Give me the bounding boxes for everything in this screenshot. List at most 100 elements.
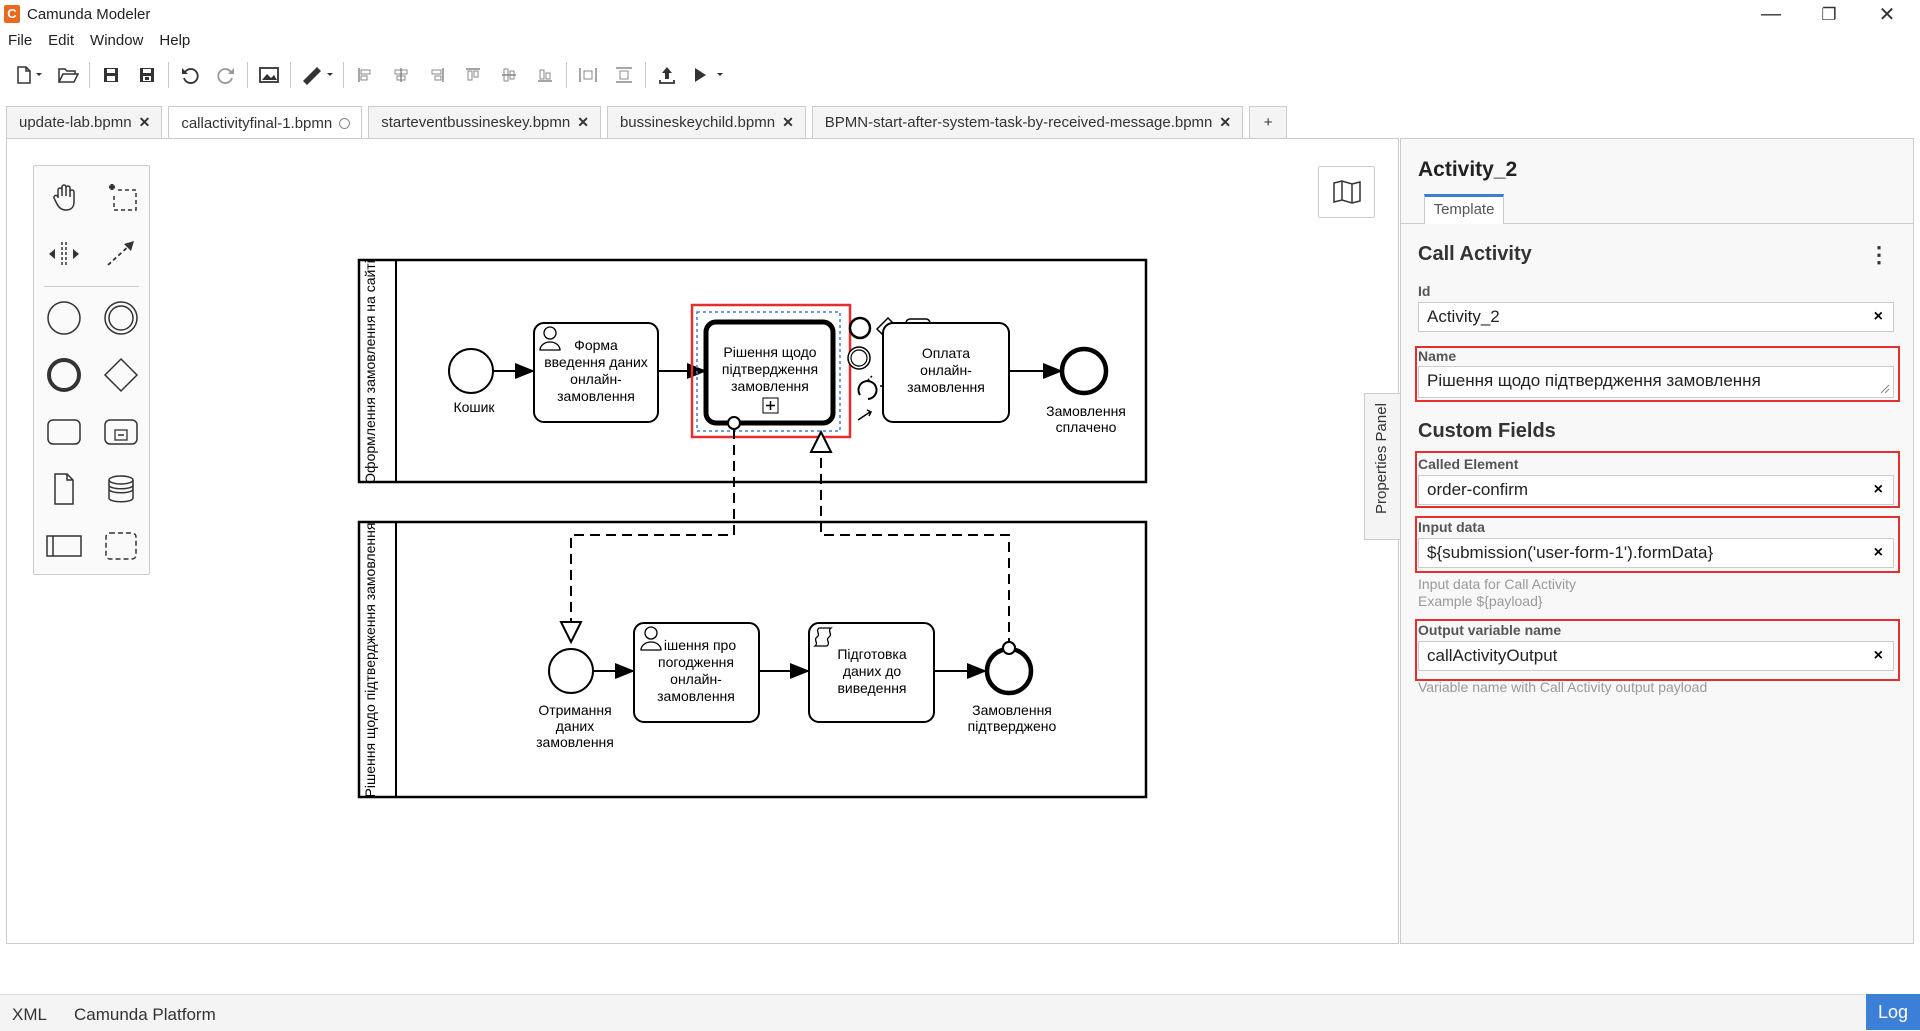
id-label: Id: [1418, 283, 1431, 299]
connect-icon: [107, 241, 134, 266]
lasso-tool-button[interactable]: [97, 173, 145, 221]
platform-selector[interactable]: Camunda Platform: [74, 1005, 216, 1025]
input-data-example: Example ${payload}: [1418, 593, 1543, 609]
name-label: Name: [1418, 348, 1457, 364]
bpmn-diagram: Оформлення замовлення на сайті Рішення щ…: [357, 258, 1148, 799]
start-event-cart[interactable]: [448, 348, 494, 394]
hand-tool-button[interactable]: [40, 173, 88, 221]
task-label-line: виведення: [837, 680, 906, 696]
output-var-field[interactable]: callActivityOutput ×: [1418, 641, 1894, 671]
event-label-line: Отримання: [538, 702, 611, 718]
pool-tool[interactable]: [40, 522, 88, 570]
map-icon: [1332, 180, 1361, 204]
more-options-icon[interactable]: ⋮: [1868, 242, 1890, 268]
subprocess-tool[interactable]: [97, 408, 145, 456]
task-label-line: Оплата: [922, 345, 970, 361]
lasso-icon: [109, 184, 137, 211]
task-label-line: онлайн-: [670, 671, 722, 687]
custom-fields-title: Custom Fields: [1418, 420, 1556, 442]
start-event-receive-data[interactable]: [548, 648, 594, 694]
task-label-line: ішення про: [664, 637, 736, 653]
gateway-icon: [103, 357, 139, 393]
data-store-tool[interactable]: [97, 465, 145, 513]
task-label-line: замовлення: [907, 379, 985, 395]
append-end-event-icon[interactable]: [848, 316, 872, 340]
clear-called-element-icon[interactable]: ×: [1874, 476, 1883, 504]
task-label-line: замовлення: [557, 388, 635, 404]
task-label-line: Рішення щодо: [723, 344, 816, 360]
connect-icon[interactable]: [867, 375, 873, 381]
task-label-line: даних до: [843, 663, 902, 679]
hand-icon: [53, 184, 75, 211]
xml-view-button[interactable]: XML: [12, 1005, 47, 1025]
output-var-value: callActivityOutput: [1427, 646, 1558, 665]
change-type-icon[interactable]: [857, 380, 878, 400]
minimize-button[interactable]: —: [1742, 0, 1800, 29]
called-element-label: Called Element: [1418, 456, 1519, 472]
input-data-hint: Input data for Call Activity: [1418, 576, 1576, 592]
tool-palette: [33, 165, 150, 575]
task-icon: [47, 419, 81, 445]
id-field[interactable]: Activity_2 ×: [1418, 302, 1894, 332]
data-object-tool[interactable]: [40, 465, 88, 513]
event-label-line: сплачено: [1056, 419, 1117, 435]
end-event-icon: [47, 358, 81, 392]
space-tool-button[interactable]: [40, 230, 88, 278]
data-object-icon: [54, 473, 74, 505]
clear-input-data-icon[interactable]: ×: [1874, 539, 1883, 567]
group-tool[interactable]: [97, 522, 145, 570]
pool-icon: [46, 535, 82, 557]
task-label-line: онлайн-: [920, 362, 972, 378]
start-event-cart-label: Кошик: [453, 399, 495, 415]
called-element-value: order-confirm: [1427, 480, 1529, 499]
input-data-value: ${submission('user-form-1').formData}: [1427, 543, 1714, 562]
pool2-label: Рішення щодо підтвердження замовлення: [362, 523, 378, 798]
end-event-paid[interactable]: [1059, 346, 1109, 396]
task-tool[interactable]: [40, 408, 88, 456]
event-label-line: Замовлення: [1046, 403, 1126, 419]
data-store-icon: [108, 475, 134, 503]
task-label-line: онлайн-: [570, 371, 622, 387]
event-label-line: замовлення: [536, 734, 614, 750]
id-value: Activity_2: [1427, 307, 1500, 326]
gateway-tool[interactable]: [97, 351, 145, 399]
resize-handle-icon[interactable]: [1880, 384, 1890, 394]
group-icon: [105, 532, 137, 560]
output-var-hint: Variable name with Call Activity output …: [1418, 679, 1708, 695]
minimap-toggle-button[interactable]: [1318, 166, 1375, 218]
properties-panel-label: Properties Panel: [1373, 403, 1390, 514]
intermediate-event-tool[interactable]: [97, 294, 145, 342]
event-label-line: підтверджено: [968, 718, 1057, 734]
tab-template[interactable]: Template: [1424, 194, 1504, 224]
clear-id-icon[interactable]: ×: [1874, 303, 1883, 331]
task-label-line: замовлення: [731, 378, 809, 394]
input-data-label: Input data: [1418, 519, 1485, 535]
connect-arrow-icon[interactable]: [857, 409, 873, 421]
pool1-label: Оформлення замовлення на сайті: [362, 260, 378, 484]
log-button[interactable]: Log: [1866, 994, 1920, 1030]
space-tool-icon: [49, 242, 79, 266]
start-event-tool[interactable]: [40, 294, 88, 342]
end-event-confirmed[interactable]: [984, 646, 1034, 696]
task-label-line: Форма: [574, 337, 618, 353]
subprocess-icon: [104, 419, 138, 445]
clear-output-var-icon[interactable]: ×: [1874, 642, 1883, 670]
start-event-icon: [47, 301, 81, 335]
end-event-tool[interactable]: [40, 351, 88, 399]
intermediate-event-icon: [104, 301, 138, 335]
output-var-label: Output variable name: [1418, 622, 1562, 638]
task-label-line: замовлення: [657, 688, 735, 704]
name-field[interactable]: Рішення щодо підтвердження замовлення: [1418, 366, 1894, 398]
called-element-field[interactable]: order-confirm ×: [1418, 475, 1894, 505]
global-connect-tool-button[interactable]: [97, 230, 145, 278]
input-data-field[interactable]: ${submission('user-form-1').formData} ×: [1418, 538, 1894, 568]
task-label-line: підтвердження: [722, 361, 818, 377]
status-bar: [0, 994, 1920, 1031]
task-label-line: Підготовка: [837, 646, 907, 662]
task-label-line: введення даних: [544, 354, 648, 370]
event-label-line: Замовлення: [972, 702, 1052, 718]
name-value: Рішення щодо підтвердження замовлення: [1427, 371, 1761, 390]
maximize-button[interactable]: ❐: [1800, 0, 1858, 29]
close-window-button[interactable]: ✕: [1858, 0, 1916, 29]
properties-panel-toggle[interactable]: Properties Panel: [1364, 393, 1401, 540]
